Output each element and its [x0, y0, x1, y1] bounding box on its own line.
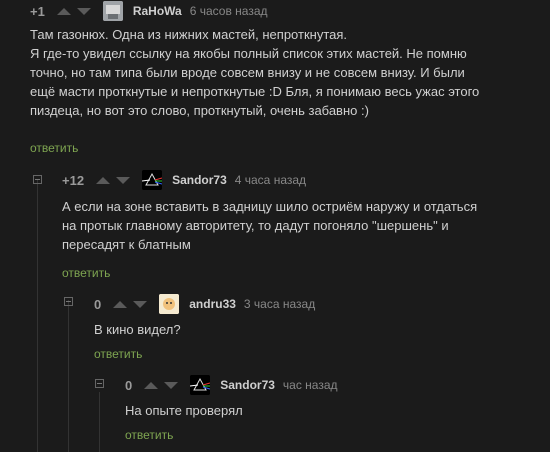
avatar[interactable] [102, 1, 123, 21]
thread-line [99, 392, 100, 452]
comment-time[interactable]: час назад [283, 378, 338, 392]
reply-link[interactable]: ответить [94, 347, 142, 361]
comment-line: Там газонюх. Одна из нижних мастей, непр… [30, 27, 348, 42]
comment-header: +12 Sandor73 4 часа назад [62, 170, 306, 190]
thread-line [37, 180, 38, 452]
comment-text: А если на зоне вставить в задницу шило о… [62, 197, 542, 254]
comment-author[interactable]: andru33 [189, 297, 236, 311]
downvote-icon[interactable] [116, 176, 131, 184]
comment-line: точно, но там типа были вроде совсем вни… [30, 65, 465, 80]
prism-avatar-image [190, 375, 211, 395]
comment-line: на протык главному авторитету, то дадут … [62, 218, 449, 233]
comment-line: ещё масти проткнутые и непроткнутые :D Б… [30, 84, 480, 99]
comment-rating: +12 [62, 172, 85, 188]
comment-time[interactable]: 4 часа назад [235, 173, 306, 187]
comment-rating: +1 [30, 3, 45, 19]
comment-author[interactable]: Sandor73 [172, 173, 227, 187]
reply-link[interactable]: ответить [62, 266, 110, 280]
comment-line: Я где-то увидел ссылку на якобы полный с… [30, 46, 467, 61]
comment-header: 0 Sandor73 час назад [125, 375, 338, 395]
collapse-toggle[interactable] [95, 379, 104, 388]
avatar[interactable] [190, 375, 211, 395]
thread-line [68, 300, 69, 452]
reply-link[interactable]: ответить [125, 428, 173, 442]
upvote-icon[interactable] [113, 300, 128, 308]
collapse-toggle[interactable] [33, 175, 42, 184]
comment-text: В кино видел? [94, 320, 534, 339]
avatar-image [102, 1, 123, 21]
comment-header: +1 RaHoWa 6 часов назад [30, 1, 268, 21]
upvote-icon[interactable] [56, 7, 71, 15]
upvote-icon[interactable] [96, 176, 111, 184]
avatar-image [159, 294, 180, 314]
comment-line: А если на зоне вставить в задницу шило о… [62, 199, 478, 214]
downvote-icon[interactable] [76, 7, 91, 15]
comment-line: В кино видел? [94, 322, 181, 337]
comment-time[interactable]: 6 часов назад [190, 4, 268, 18]
avatar[interactable] [159, 294, 180, 314]
collapse-toggle[interactable] [64, 297, 73, 306]
prism-avatar-image [142, 170, 163, 190]
comment-header: 0 andru33 3 часа назад [94, 294, 315, 314]
comment-rating: 0 [94, 296, 102, 312]
reply-link[interactable]: ответить [30, 141, 78, 155]
comment-author[interactable]: RaHoWa [133, 4, 182, 18]
comment-text: Там газонюх. Одна из нижних мастей, непр… [30, 25, 545, 120]
comment-time[interactable]: 3 часа назад [244, 297, 315, 311]
comment-line: пересадят к блатным [62, 237, 191, 252]
upvote-icon[interactable] [144, 381, 159, 389]
comment-line: На опыте проверял [125, 403, 243, 418]
comment-line: пиздеца, но вот это слово, проткнутый, о… [30, 103, 369, 118]
avatar[interactable] [142, 170, 163, 190]
downvote-icon[interactable] [164, 381, 179, 389]
downvote-icon[interactable] [133, 300, 148, 308]
comment-rating: 0 [125, 377, 133, 393]
comment-text: На опыте проверял [125, 401, 535, 420]
comment-author[interactable]: Sandor73 [220, 378, 275, 392]
